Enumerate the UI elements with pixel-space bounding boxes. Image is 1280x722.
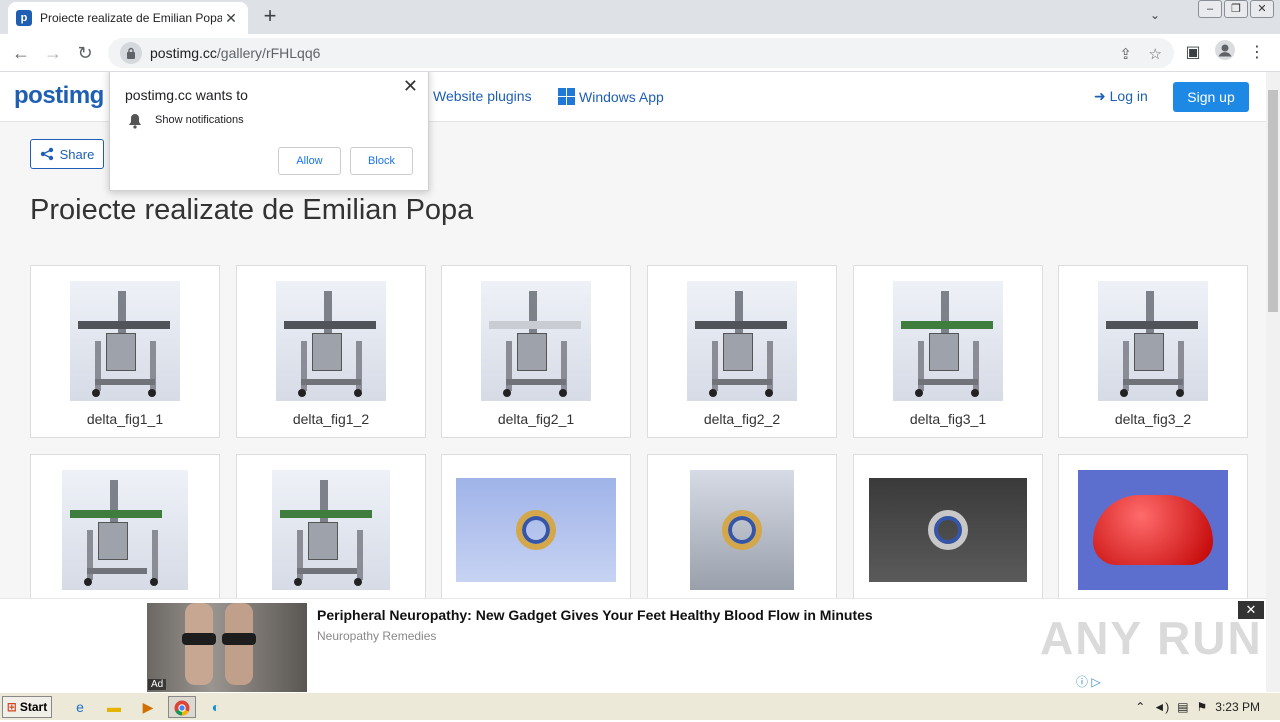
share-label: Share [59, 146, 95, 162]
thumbnail-image[interactable] [1078, 470, 1228, 590]
thumbnail-image[interactable] [893, 281, 1003, 401]
thumbnail-image[interactable] [62, 470, 188, 590]
profile-avatar-icon[interactable] [1212, 40, 1238, 66]
page-content: postimg Website plugins Windows App ➜ Lo… [0, 72, 1266, 692]
image-caption[interactable]: delta_fig3_1 [854, 411, 1042, 427]
url-host: postimg.cc [150, 45, 217, 61]
edge-icon[interactable]: ◐ [204, 696, 228, 718]
gallery-card[interactable]: delta_fig1_2 [236, 265, 426, 438]
share-icon [40, 147, 53, 161]
login-icon: ➜ [1094, 88, 1106, 104]
nav-windows-app[interactable]: Windows App [558, 88, 664, 105]
thumbnail-image[interactable] [456, 478, 616, 582]
tab-title: Proiecte realizate de Emilian Popa — [40, 11, 222, 25]
anyrun-watermark: ANY RUN [1040, 612, 1263, 664]
image-caption[interactable]: delta_fig1_2 [237, 411, 425, 427]
bookmark-star-icon[interactable]: ☆ [1149, 45, 1162, 63]
signup-button[interactable]: Sign up [1173, 82, 1249, 112]
login-link[interactable]: ➜ Log in [1094, 88, 1148, 105]
windows-flag-icon: ⊞ [6, 700, 17, 714]
ad-title[interactable]: Peripheral Neuropathy: New Gadget Gives … [317, 607, 873, 623]
minimize-button[interactable]: – [1198, 0, 1222, 18]
browser-tab[interactable]: p Proiecte realizate de Emilian Popa — ✕ [8, 2, 248, 34]
reload-icon[interactable]: ↻ [72, 40, 98, 66]
url-path: /gallery/rFHLqq6 [216, 45, 321, 61]
thumbnail-image[interactable] [869, 478, 1027, 582]
clock[interactable]: 3:23 PM [1215, 700, 1260, 714]
browser-toolbar: ← → ↻ postimg.cc/gallery/rFHLqq6 ⇪ ☆ ▣ ⋮ [0, 34, 1280, 72]
block-button[interactable]: Block [350, 147, 413, 175]
page-scrollbar[interactable] [1266, 72, 1280, 692]
maximize-button[interactable]: ❐ [1224, 0, 1248, 18]
nav-windows-app-label: Windows App [579, 88, 664, 105]
thumbnail-image[interactable] [690, 470, 794, 590]
start-button[interactable]: ⊞ Start [2, 696, 52, 718]
flag-icon[interactable]: ⚑ [1197, 700, 1208, 714]
tab-search-icon[interactable]: ⌄ [1150, 8, 1160, 22]
media-player-icon[interactable]: ▶ [136, 696, 160, 718]
windows-logo-icon [558, 88, 575, 105]
notification-permission-popup: postimg.cc wants to ✕ Show notifications… [109, 72, 429, 191]
thumbnail-image[interactable] [1098, 281, 1208, 401]
ad-image[interactable] [147, 603, 307, 692]
lock-icon[interactable] [120, 42, 142, 64]
ad-close-icon[interactable]: ✕ [1238, 601, 1264, 619]
popup-close-icon[interactable]: ✕ [403, 76, 418, 97]
tab-strip: p Proiecte realizate de Emilian Popa — ✕… [0, 0, 1280, 34]
scrollbar-thumb[interactable] [1268, 90, 1278, 312]
ad-banner[interactable]: Ad Peripheral Neuropathy: New Gadget Giv… [0, 598, 1266, 692]
chrome-icon[interactable] [168, 696, 196, 718]
folder-icon[interactable]: ▬ [102, 696, 126, 718]
image-caption[interactable]: delta_fig3_2 [1059, 411, 1247, 427]
gallery-title: Proiecte realizate de Emilian Popa [30, 194, 474, 226]
tray-arrow-icon[interactable]: ⌃ [1135, 700, 1145, 714]
system-tray: ⌃ ◄) ▤ ⚑ 3:23 PM [1100, 693, 1280, 721]
image-caption[interactable]: delta_fig1_1 [31, 411, 219, 427]
thumbnail-image[interactable] [481, 281, 591, 401]
ad-label: Ad [148, 679, 167, 690]
permission-text: Show notifications [155, 114, 244, 126]
thumbnail-image[interactable] [276, 281, 386, 401]
taskbar: ⊞ Start e ▬ ▶ ◐ ⌃ ◄) ▤ ⚑ 3:23 PM [0, 692, 1280, 720]
image-caption[interactable]: delta_fig2_2 [648, 411, 836, 427]
site-logo[interactable]: postimg [14, 82, 104, 110]
image-caption[interactable]: delta_fig2_1 [442, 411, 630, 427]
window-controls: – ❐ ✕ [1198, 0, 1274, 18]
browser-menu-icon[interactable]: ⋮ [1244, 40, 1270, 66]
gallery-card[interactable]: delta_fig2_2 [647, 265, 837, 438]
side-panel-icon[interactable]: ▣ [1180, 40, 1206, 66]
gallery-card[interactable]: delta_fig3_2 [1058, 265, 1248, 438]
network-icon[interactable]: ▤ [1177, 700, 1188, 714]
gallery-card[interactable]: delta_fig3_1 [853, 265, 1043, 438]
allow-button[interactable]: Allow [278, 147, 341, 175]
login-label: Log in [1109, 88, 1148, 104]
popup-host-text: postimg.cc wants to [125, 87, 248, 103]
url-text: postimg.cc/gallery/rFHLqq6 [150, 45, 320, 61]
new-tab-button[interactable]: + [258, 4, 282, 28]
adchoices-icon[interactable]: ⓘ ▷ [1076, 673, 1101, 690]
ie-icon[interactable]: e [68, 696, 92, 718]
share-button[interactable]: Share [30, 139, 104, 169]
start-label: Start [19, 700, 48, 714]
gallery-card[interactable]: delta_fig1_1 [30, 265, 220, 438]
forward-icon[interactable]: → [40, 40, 66, 66]
favicon-icon: p [16, 10, 32, 26]
back-icon[interactable]: ← [8, 40, 34, 66]
thumbnail-image[interactable] [272, 470, 390, 590]
address-bar[interactable]: postimg.cc/gallery/rFHLqq6 ⇪ ☆ [108, 38, 1174, 68]
nav-website-plugins[interactable]: Website plugins [433, 88, 532, 104]
gallery-card[interactable]: delta_fig2_1 [441, 265, 631, 438]
share-page-icon[interactable]: ⇪ [1119, 45, 1132, 63]
thumbnail-image[interactable] [687, 281, 797, 401]
close-window-button[interactable]: ✕ [1250, 0, 1274, 18]
thumbnail-image[interactable] [70, 281, 180, 401]
tab-close-icon[interactable]: ✕ [222, 10, 240, 27]
volume-icon[interactable]: ◄) [1153, 700, 1169, 714]
bell-icon [128, 113, 142, 132]
ad-source[interactable]: Neuropathy Remedies [317, 629, 436, 643]
